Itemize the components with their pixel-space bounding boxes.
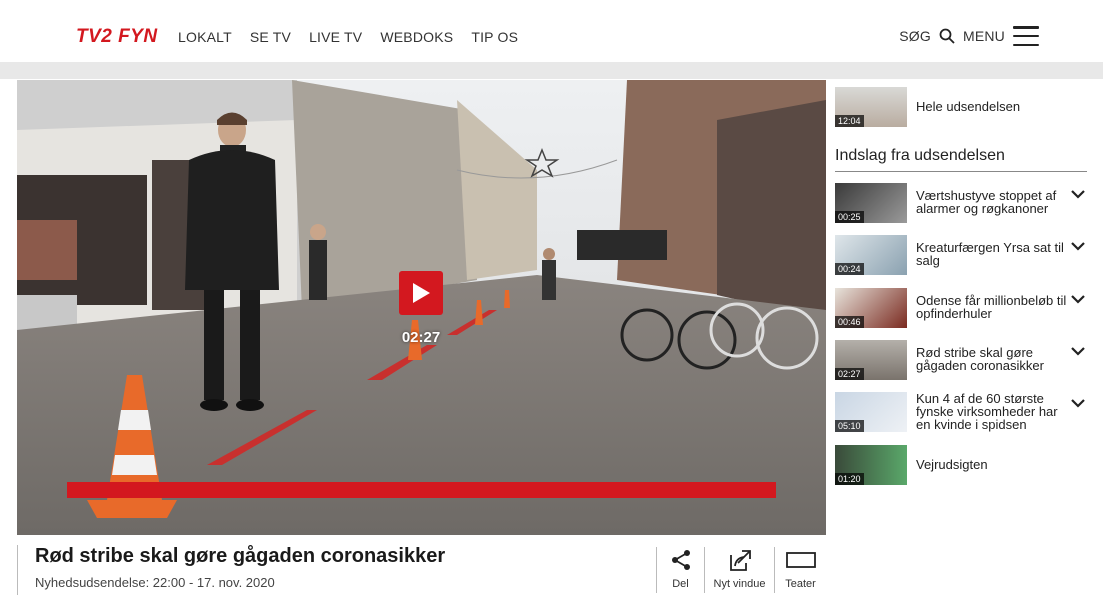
search-icon[interactable] [939, 28, 955, 44]
nav-lokalt[interactable]: LOKALT [178, 29, 232, 45]
segment-title[interactable]: Kun 4 af de 60 største fynske virksomhede… [916, 392, 1058, 431]
segment-title-line: opfinderhuler [916, 306, 992, 321]
full-episode-thumbnail[interactable]: 12:04 [835, 87, 907, 127]
chevron-down-icon[interactable] [1071, 396, 1085, 410]
play-button[interactable] [399, 271, 443, 315]
nav-live-tv[interactable]: LIVE TV [309, 29, 362, 45]
list-item[interactable]: 00:24 Kreaturfærgen Yrsa sat til salg [835, 235, 1087, 277]
new-window-button[interactable]: Nyt vindue [704, 547, 774, 593]
theater-icon [785, 547, 816, 573]
video-title: Rød stribe skal gøre gågaden coronasikke… [35, 545, 446, 567]
segment-thumbnail[interactable]: 01:20 [835, 445, 907, 485]
segment-thumbnail[interactable]: 02:27 [835, 340, 907, 380]
video-duration: 02:27 [401, 329, 441, 346]
thumbnail-duration: 01:20 [835, 473, 864, 485]
header-actions: SØG MENU [899, 26, 1039, 46]
chevron-down-icon[interactable] [1071, 239, 1085, 253]
chevron-down-icon[interactable] [1071, 187, 1085, 201]
list-item[interactable]: 05:10 Kun 4 af de 60 største fynske virks… [835, 392, 1087, 434]
video-info: Rød stribe skal gøre gågaden coronasikke… [17, 545, 826, 595]
video-player[interactable]: 02:27 [17, 80, 826, 535]
segment-title-line: salg [916, 253, 940, 268]
chevron-down-icon[interactable] [1071, 292, 1085, 306]
search-label[interactable]: SØG [899, 28, 931, 44]
logo-text[interactable]: TV2 FYN [76, 26, 158, 48]
site-header: TV2 FYN LOKALT SE TV LIVE TV WEBDOKS TIP… [0, 0, 1103, 62]
segment-title[interactable]: Værtshustyve stoppet af alarmer og røgkan… [916, 189, 1056, 215]
theater-label: Teater [785, 578, 816, 590]
tv2-fyn-logo[interactable]: TV2 FYN [76, 26, 158, 48]
video-subtitle: Nyhedsudsendelse: 22:00 - 17. nov. 2020 [35, 575, 275, 590]
segment-title[interactable]: Kreaturfærgen Yrsa sat til salg [916, 241, 1064, 267]
thumbnail-duration: 02:27 [835, 368, 864, 380]
segment-title-line: en kvinde i spidsen [916, 417, 1027, 432]
hamburger-menu-icon[interactable] [1013, 26, 1039, 46]
segments-heading: Indslag fra udsendelsen [835, 147, 1087, 172]
nav-webdoks[interactable]: WEBDOKS [380, 29, 453, 45]
video-actions: Del Nyt vindue Teater [656, 547, 826, 593]
share-icon [670, 547, 692, 573]
segment-title[interactable]: Odense får millionbeløb til opfinderhuler [916, 294, 1066, 320]
header-divider-band [0, 62, 1103, 79]
list-item[interactable]: 00:46 Odense får millionbeløb til opfinde… [835, 288, 1087, 330]
full-episode-item[interactable]: 12:04 Hele udsendelsen [835, 87, 1087, 129]
thumbnail-duration: 00:46 [835, 316, 864, 328]
play-icon [413, 283, 430, 303]
chevron-down-icon[interactable] [1071, 344, 1085, 358]
nav-se-tv[interactable]: SE TV [250, 29, 291, 45]
new-window-label: Nyt vindue [713, 578, 766, 590]
thumbnail-duration: 00:24 [835, 263, 864, 275]
segment-title-line: alarmer og røgkanoner [916, 201, 1049, 216]
list-item[interactable]: 00:25 Værtshustyve stoppet af alarmer og … [835, 183, 1087, 225]
new-window-icon [727, 547, 753, 573]
thumbnail-duration: 12:04 [835, 115, 864, 127]
full-episode-label[interactable]: Hele udsendelsen [916, 100, 1020, 113]
list-item[interactable]: 01:20 Vejrudsigten [835, 445, 1087, 487]
segment-thumbnail[interactable]: 05:10 [835, 392, 907, 432]
main-nav: LOKALT SE TV LIVE TV WEBDOKS TIP OS [178, 29, 536, 45]
segment-title-line: gågaden coronasikker [916, 358, 1044, 373]
thumbnail-duration: 05:10 [835, 420, 864, 432]
segment-thumbnail[interactable]: 00:24 [835, 235, 907, 275]
segment-thumbnail[interactable]: 00:25 [835, 183, 907, 223]
share-button[interactable]: Del [656, 547, 704, 593]
nav-tip-os[interactable]: TIP OS [471, 29, 518, 45]
video-progress-bar[interactable] [67, 482, 776, 498]
menu-label[interactable]: MENU [963, 28, 1005, 44]
segment-thumbnail[interactable]: 00:46 [835, 288, 907, 328]
segment-title[interactable]: Vejrudsigten [916, 458, 988, 471]
segment-title[interactable]: Rød stribe skal gøre gågaden coronasikker [916, 346, 1044, 372]
theater-button[interactable]: Teater [774, 547, 826, 593]
list-item[interactable]: 02:27 Rød stribe skal gøre gågaden corona… [835, 340, 1087, 382]
share-label: Del [672, 578, 689, 590]
thumbnail-duration: 00:25 [835, 211, 864, 223]
